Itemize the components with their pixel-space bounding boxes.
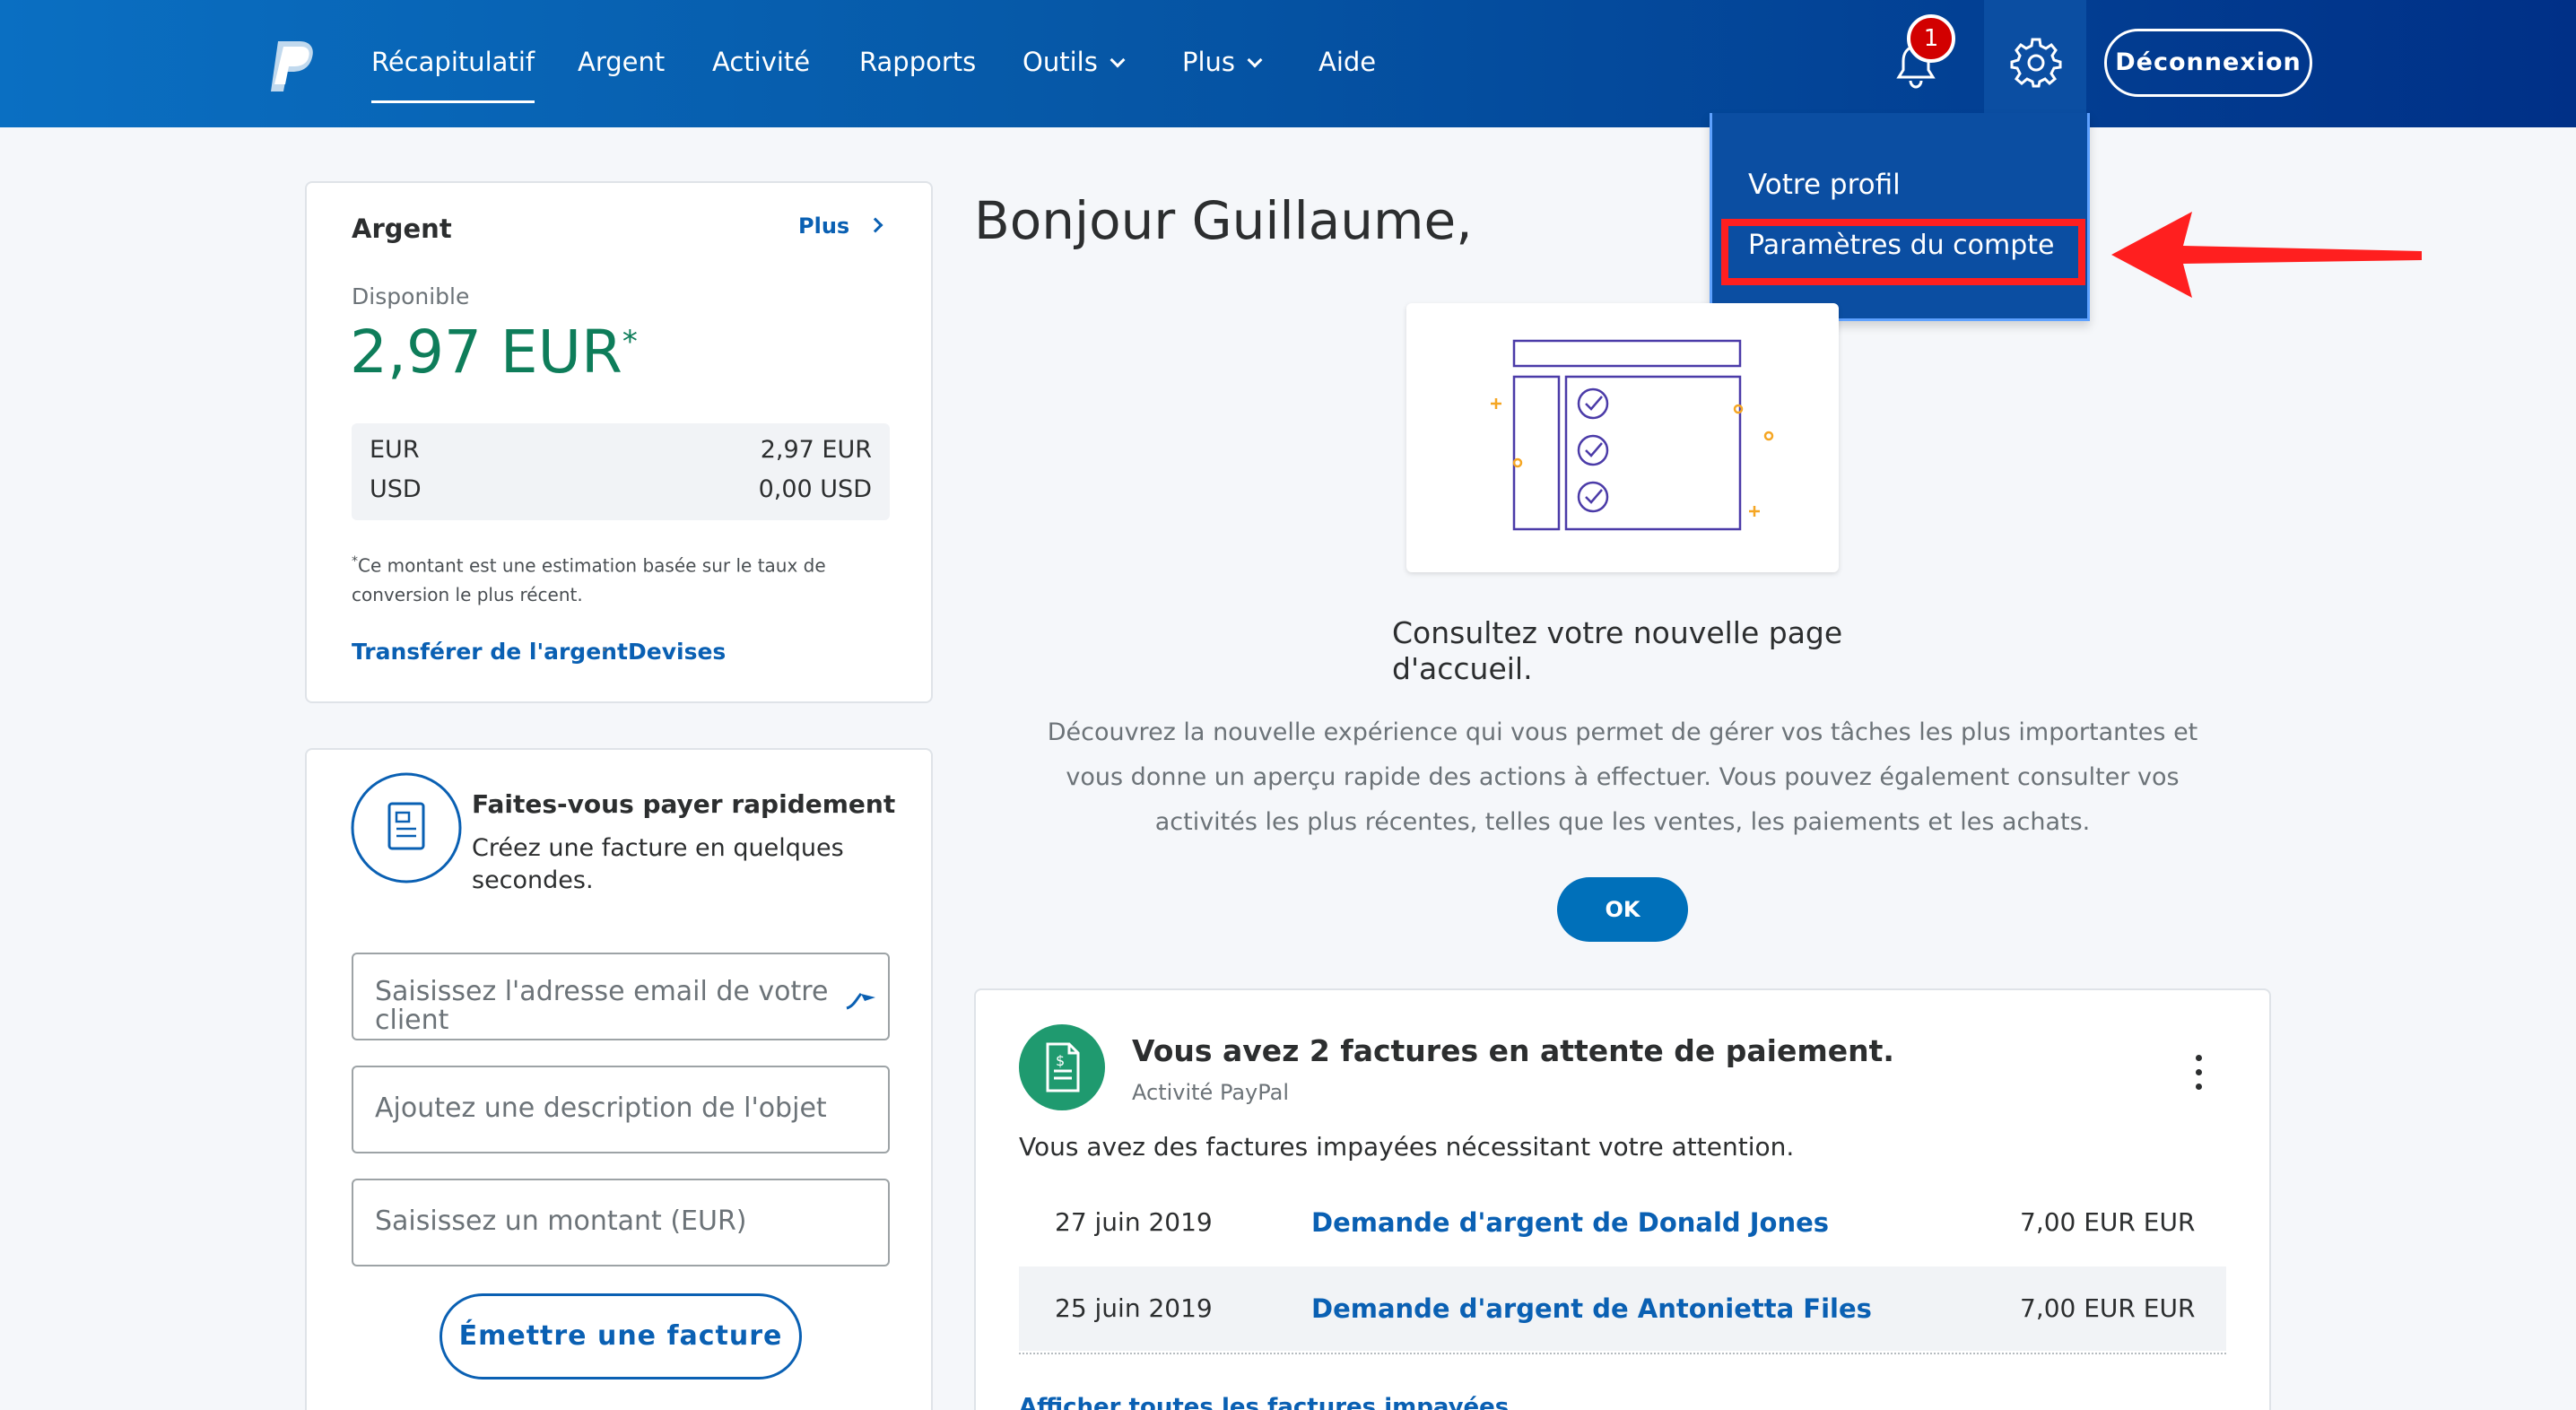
note-line-1: Ce montant est une estimation basée sur … — [358, 554, 826, 577]
nav-activite[interactable]: Activité — [712, 47, 810, 77]
settings-dropdown-menu: Votre profil Paramètres du compte — [1710, 113, 2090, 321]
logout-button[interactable]: Déconnexion — [2104, 29, 2312, 97]
nav-outils-label: Outils — [1023, 47, 1098, 77]
client-email-input[interactable]: Saisissez l'adresse email de votre clien… — [352, 953, 890, 1040]
promo-description: Découvrez la nouvelle expérience qui vou… — [974, 710, 2271, 845]
invoice-amount: 7,00 EUR EUR — [2020, 1293, 2196, 1323]
nav-plus-label: Plus — [1182, 47, 1236, 77]
link-separator: · — [601, 637, 608, 663]
chevron-down-icon — [1247, 52, 1263, 68]
invoice-document-icon: $ — [1019, 1024, 1105, 1110]
invoice-card-subtitle: Créez une facture en quelques secondes. — [472, 832, 844, 897]
money-card: Argent Plus Disponible 2,97 EUR* EUR 2,9… — [305, 181, 933, 703]
new-homepage-illustration — [1406, 303, 1839, 572]
currency-code: USD — [370, 475, 422, 503]
quick-invoice-card: Faites-vous payer rapidement Créez une f… — [305, 748, 933, 1410]
chevron-down-icon — [1110, 52, 1126, 68]
money-more-link[interactable]: Plus — [798, 213, 883, 239]
amount-input[interactable]: Saisissez un montant (EUR) — [352, 1179, 890, 1266]
top-navigation: Récapitulatif Argent Activité Rapports O… — [0, 0, 2576, 127]
dropdown-item-account-settings[interactable]: Paramètres du compte — [1748, 230, 2055, 261]
pending-invoices-source: Activité PayPal — [1132, 1080, 1290, 1105]
invoice-document-icon — [351, 772, 462, 883]
email-placeholder-line-2: client — [375, 1005, 449, 1036]
dropdown-item-profile[interactable]: Votre profil — [1748, 169, 1901, 201]
currencies-link[interactable]: Devises — [628, 639, 726, 665]
promo-title-line-2: d'accueil. — [1392, 651, 1533, 686]
total-asterisk: * — [622, 324, 638, 360]
more-options-icon[interactable] — [2196, 1055, 2203, 1090]
currency-amount: 0,00 USD — [758, 475, 872, 503]
amount-placeholder: Saisissez un montant (EUR) — [375, 1205, 747, 1237]
item-description-input[interactable]: Ajoutez une description de l'objet — [352, 1066, 890, 1153]
currency-code: EUR — [370, 436, 420, 464]
nav-aide[interactable]: Aide — [1318, 47, 1376, 77]
subtitle-line-2: secondes. — [472, 866, 594, 894]
estimate-note: *Ce montant est une estimation basée sur… — [352, 547, 826, 609]
money-more-label: Plus — [798, 213, 850, 239]
invoice-request-link[interactable]: Demande d'argent de Donald Jones — [1311, 1207, 1829, 1238]
money-card-title: Argent — [352, 213, 452, 244]
pending-invoices-description: Vous avez des factures impayées nécessit… — [1019, 1132, 1795, 1162]
description-placeholder: Ajoutez une description de l'objet — [375, 1092, 827, 1124]
subtitle-line-1: Créez une facture en quelques — [472, 834, 844, 862]
gear-icon[interactable] — [2009, 36, 2063, 90]
chevron-right-icon — [867, 217, 883, 233]
total-balance-value: 2,97 EUR — [350, 318, 622, 387]
invoice-card-title: Faites-vous payer rapidement — [472, 789, 896, 819]
nav-argent[interactable]: Argent — [578, 47, 665, 77]
email-placeholder: Saisissez l'adresse email de votre clien… — [375, 978, 828, 1035]
nav-outils[interactable]: Outils — [1023, 47, 1126, 77]
greeting-heading: Bonjour Guillaume, — [974, 190, 1473, 251]
promo-title: Consultez votre nouvelle page d'accueil. — [1392, 615, 1842, 687]
invoice-date: 25 juin 2019 — [1055, 1293, 1213, 1323]
promo-title-line-1: Consultez votre nouvelle page — [1392, 615, 1843, 650]
available-label: Disponible — [352, 283, 470, 309]
autofill-arrow-icon — [846, 992, 875, 1010]
invoice-date: 27 juin 2019 — [1055, 1207, 1213, 1237]
paypal-logo-icon[interactable] — [265, 39, 316, 93]
total-balance: 2,97 EUR* — [350, 318, 638, 387]
promo-text-line-2: vous donne un aperçu rapide des actions … — [1066, 763, 2180, 791]
svg-text:$: $ — [1056, 1052, 1065, 1069]
invoice-amount: 7,00 EUR EUR — [2020, 1207, 2196, 1237]
transfer-money-link[interactable]: Transférer de l'argent — [352, 639, 628, 665]
notification-count-badge: 1 — [1907, 14, 1955, 63]
pending-invoices-title: Vous avez 2 factures en attente de paiem… — [1132, 1033, 1894, 1068]
note-asterisk: * — [352, 554, 358, 569]
note-line-2: conversion le plus récent. — [352, 583, 583, 605]
email-placeholder-line-1: Saisissez l'adresse email de votre — [375, 976, 829, 1007]
nav-recapitulatif[interactable]: Récapitulatif — [371, 47, 535, 103]
nav-rapports[interactable]: Rapports — [859, 47, 976, 77]
checklist-illustration-icon — [1491, 339, 1774, 531]
promo-text-line-3: activités les plus récentes, telles que … — [1154, 808, 2091, 836]
red-arrow-annotation-icon — [2111, 212, 2422, 298]
currency-balances: EUR 2,97 EUR USD 0,00 USD — [352, 423, 890, 520]
nav-plus[interactable]: Plus — [1182, 47, 1263, 77]
issue-invoice-button[interactable]: Émettre une facture — [439, 1293, 802, 1380]
see-all-unpaid-invoices-link[interactable]: Afficher toutes les factures impayées — [1019, 1394, 1509, 1410]
promo-text-line-1: Découvrez la nouvelle expérience qui vou… — [1047, 718, 2198, 746]
ok-button[interactable]: OK — [1557, 877, 1688, 942]
currency-amount: 2,97 EUR — [760, 436, 872, 464]
divider — [1019, 1353, 2226, 1354]
invoice-request-link[interactable]: Demande d'argent de Antonietta Files — [1311, 1293, 1872, 1324]
